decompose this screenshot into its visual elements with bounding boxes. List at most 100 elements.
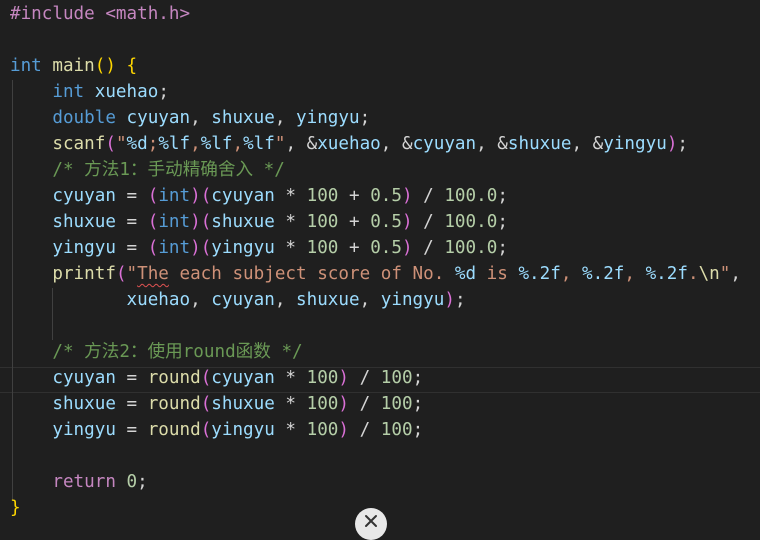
code-token: ) bbox=[190, 212, 201, 232]
code-token: cyuyan bbox=[211, 368, 275, 388]
code-token: " bbox=[719, 264, 731, 284]
code-token: / bbox=[349, 420, 381, 440]
code-token: / bbox=[349, 368, 381, 388]
code-token: " bbox=[115, 134, 127, 154]
code-token: 100 bbox=[306, 420, 339, 440]
code-token: int bbox=[158, 186, 191, 206]
code-token: ) bbox=[444, 290, 455, 310]
code-token: " bbox=[274, 134, 286, 154]
code-token: cyuyan bbox=[211, 290, 275, 310]
code-token: round bbox=[147, 420, 201, 440]
code-token: = bbox=[115, 394, 148, 414]
code-token: + bbox=[338, 186, 371, 206]
code-token: , bbox=[560, 264, 583, 284]
code-token: { bbox=[126, 56, 138, 76]
code-token: ; bbox=[497, 212, 508, 232]
code-token: 100 bbox=[380, 394, 413, 414]
code-token: / bbox=[412, 186, 445, 206]
code-token: ; bbox=[137, 472, 148, 492]
code-token: yingyu bbox=[296, 108, 360, 128]
code-token: cyuyan bbox=[52, 186, 116, 206]
code-token: %d bbox=[126, 134, 148, 154]
code-token: = bbox=[115, 212, 148, 232]
code-token: %lf bbox=[243, 134, 275, 154]
code-token: shuxue bbox=[211, 108, 275, 128]
code-token: , bbox=[624, 264, 646, 284]
code-token: shuxue bbox=[211, 212, 275, 232]
code-token: 0.5 bbox=[370, 238, 402, 258]
code-token: %.2f bbox=[518, 264, 561, 284]
code-token: ( bbox=[115, 264, 127, 284]
code-token: / bbox=[412, 238, 445, 258]
code-token: ( bbox=[200, 186, 212, 206]
code-token: , bbox=[359, 290, 381, 310]
code-token: ) bbox=[401, 212, 413, 232]
code-token: 100.0 bbox=[444, 186, 498, 206]
close-button[interactable] bbox=[355, 508, 387, 540]
code-token: , bbox=[190, 290, 212, 310]
code-token: double bbox=[52, 108, 116, 128]
code-token: 100 bbox=[306, 368, 339, 388]
code-token: ) bbox=[190, 186, 201, 206]
code-token: 100 bbox=[380, 420, 413, 440]
code-token: ; bbox=[359, 108, 371, 128]
code-line: shuxue = (int)(shuxue * 100 + 0.5) / 100… bbox=[0, 209, 508, 235]
code-token: 100 bbox=[306, 186, 339, 206]
code-line: scanf("%d;%lf,%lf,%lf", &xuehao, &cyuyan… bbox=[0, 131, 688, 157]
code-token: The bbox=[137, 264, 169, 284]
code-token: , & bbox=[380, 134, 413, 154]
code-token: ) bbox=[190, 238, 201, 258]
code-token: , & bbox=[571, 134, 604, 154]
code-token: ) bbox=[401, 238, 413, 258]
code-token: ; bbox=[412, 420, 424, 440]
code-token: " bbox=[126, 264, 138, 284]
code-token: 0.5 bbox=[370, 186, 402, 206]
code-token: , & bbox=[285, 134, 318, 154]
code-token: yingyu bbox=[52, 420, 116, 440]
code-token: each subject score of No. bbox=[168, 264, 455, 284]
code-line: shuxue = round(shuxue * 100) / 100; bbox=[0, 391, 423, 417]
code-token: cyuyan bbox=[52, 368, 116, 388]
code-token: / bbox=[349, 394, 381, 414]
code-line: /* 方法1：手动精确舍入 */ bbox=[0, 157, 285, 183]
code-token: 100 bbox=[306, 212, 339, 232]
code-token: ; bbox=[412, 368, 424, 388]
code-token: + bbox=[338, 238, 371, 258]
code-token: ) bbox=[401, 186, 413, 206]
code-line: /* 方法2：使用round函数 */ bbox=[0, 339, 302, 365]
code-token: ( bbox=[200, 238, 212, 258]
code-token: ; bbox=[497, 186, 508, 206]
code-token: %.2f bbox=[582, 264, 625, 284]
code-token: * bbox=[274, 212, 307, 232]
code-token: ; bbox=[158, 82, 169, 102]
code-token: * bbox=[274, 186, 307, 206]
code-editor[interactable]: #include <math.h> int main() { int xuehao… bbox=[0, 0, 760, 523]
code-token: return bbox=[52, 472, 116, 492]
code-token: * bbox=[274, 368, 307, 388]
code-token: , bbox=[190, 134, 201, 154]
code-token: ; bbox=[147, 134, 159, 154]
code-line: #include <math.h> bbox=[0, 1, 190, 27]
close-icon bbox=[365, 515, 377, 527]
code-token: printf bbox=[52, 264, 116, 284]
code-token: %lf bbox=[200, 134, 233, 154]
code-token: ( bbox=[200, 368, 212, 388]
code-line: } bbox=[0, 495, 21, 521]
code-token: main bbox=[52, 56, 95, 76]
code-token: yingyu bbox=[603, 134, 667, 154]
